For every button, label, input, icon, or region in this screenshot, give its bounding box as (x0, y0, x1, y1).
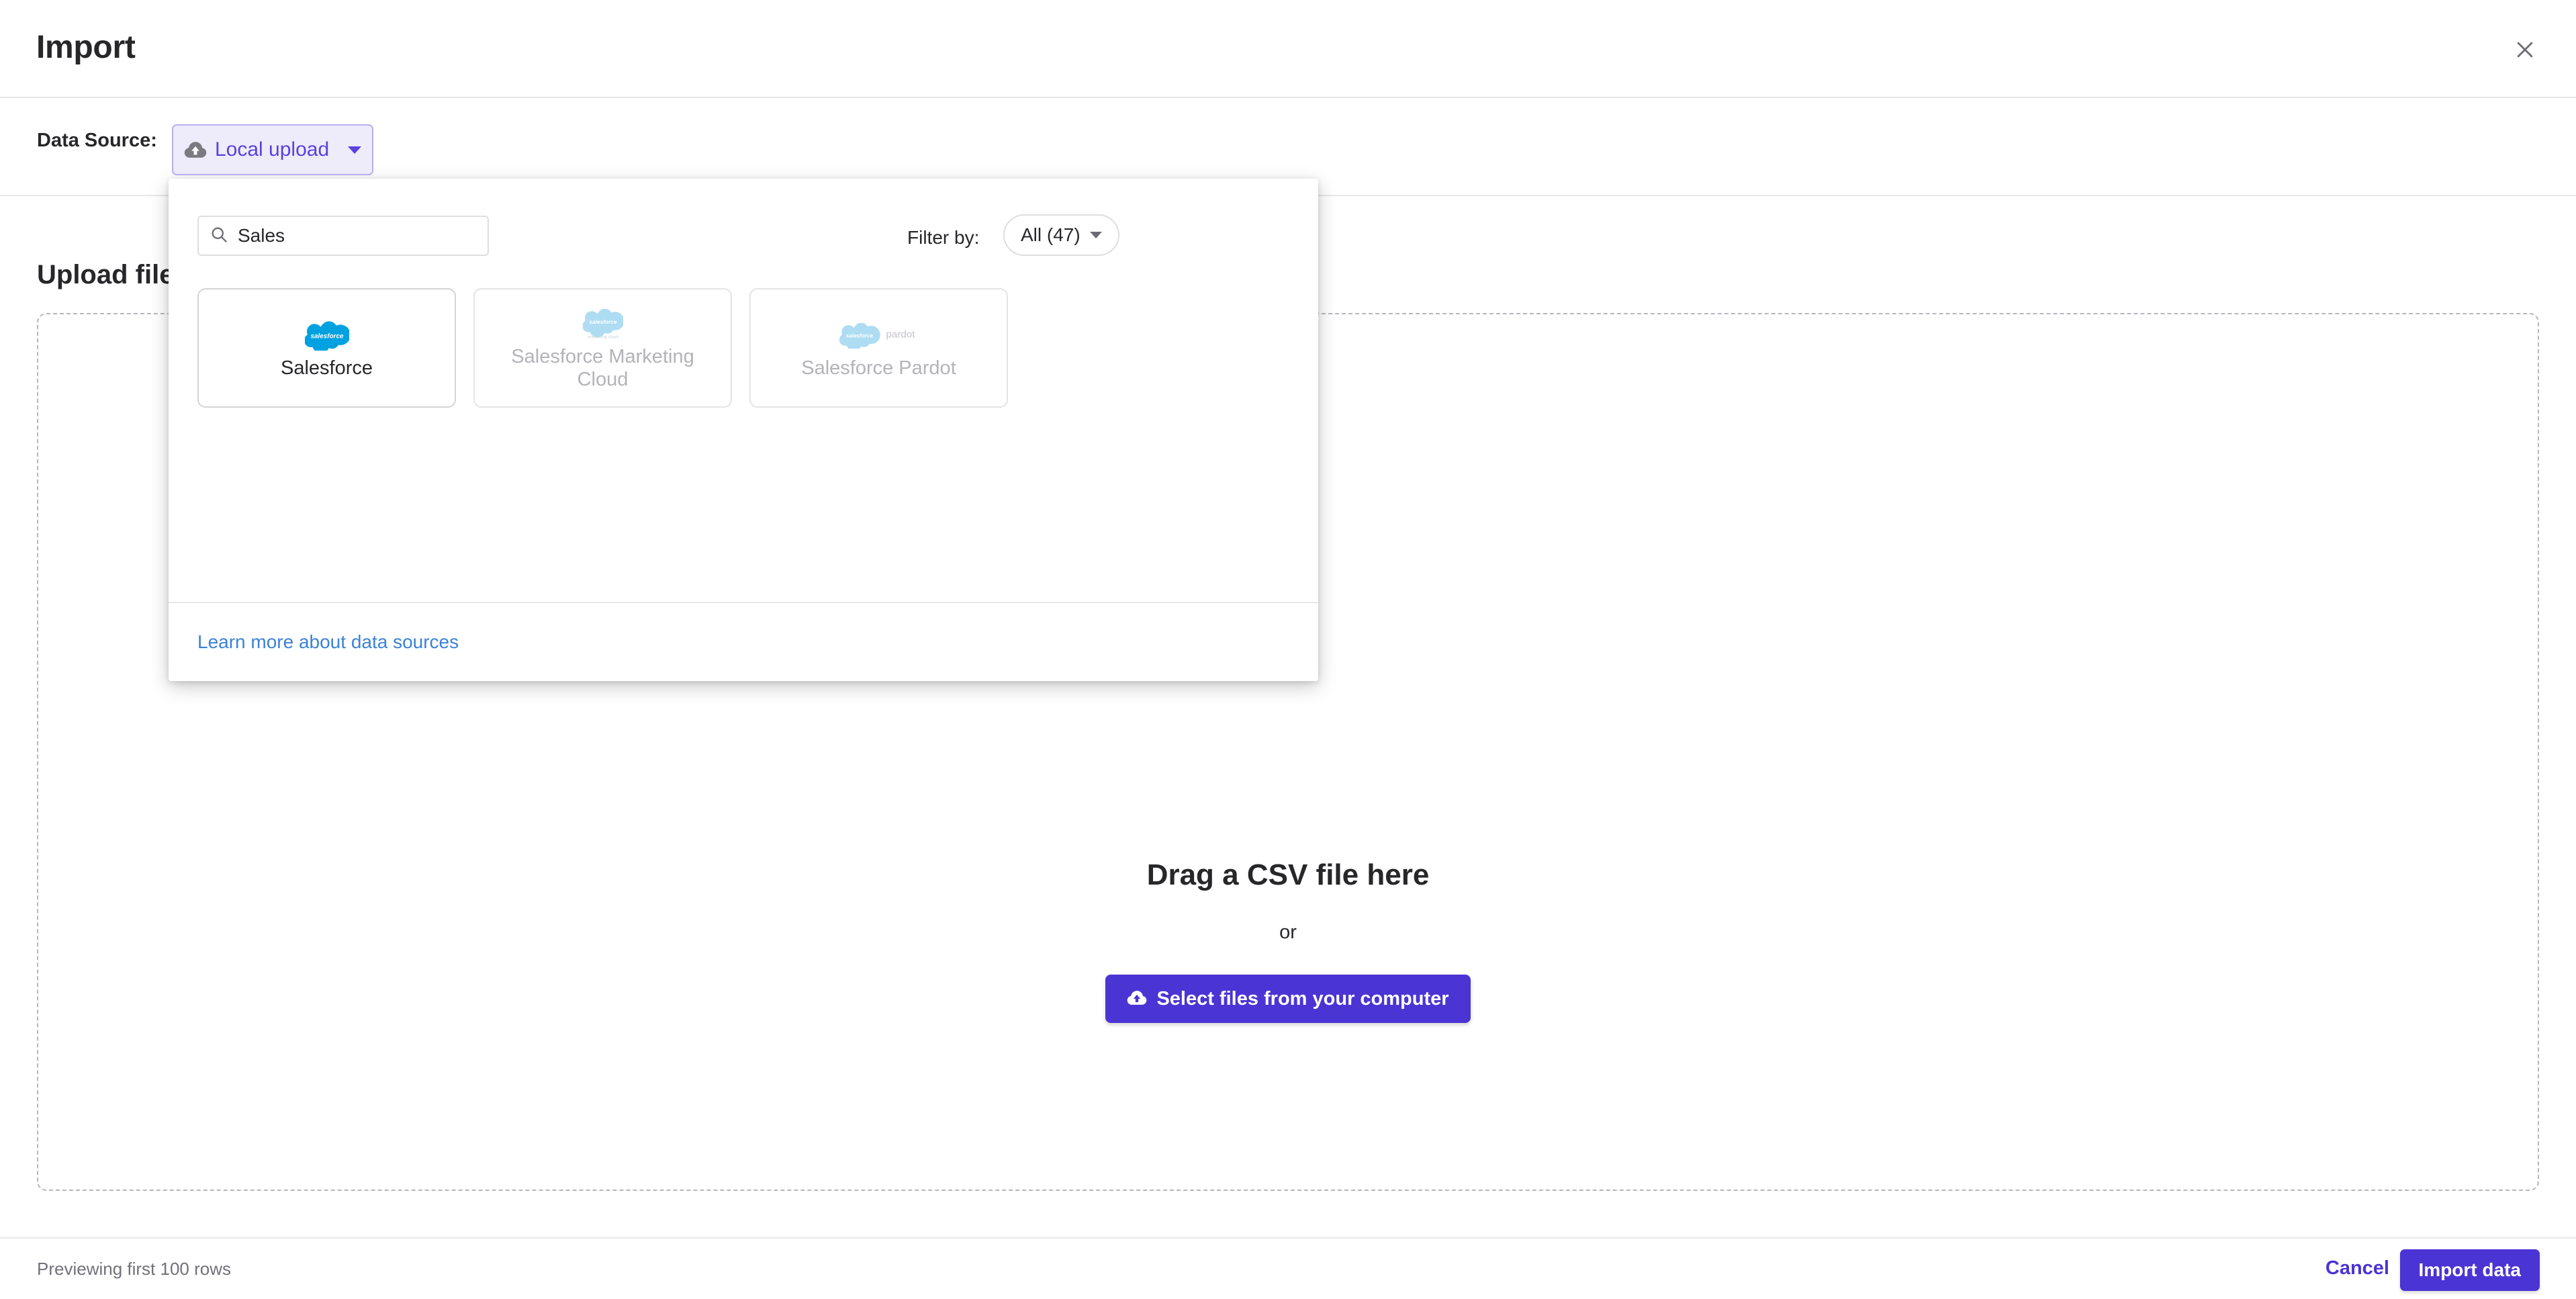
svg-text:salesforce: salesforce (310, 332, 343, 340)
search-input[interactable] (238, 225, 466, 247)
svg-text:salesforce: salesforce (589, 319, 617, 326)
select-files-button[interactable]: Select files from your computer (1105, 975, 1471, 1023)
dropzone-title: Drag a CSV file here (1146, 858, 1430, 891)
data-source-card-label: Salesforce Pardot (801, 357, 956, 379)
data-source-card-label: Salesforce (280, 357, 373, 379)
dialog-footer: Previewing first 100 rows Cancel Import … (0, 1237, 2576, 1299)
cancel-button[interactable]: Cancel (2326, 1257, 2389, 1280)
page-title: Import (36, 30, 136, 65)
learn-more-link[interactable]: Learn more about data sources (197, 631, 459, 653)
salesforce-logo: salesforce (304, 316, 349, 353)
select-files-button-label: Select files from your computer (1156, 987, 1449, 1010)
search-box[interactable] (197, 216, 489, 256)
chevron-down-icon (348, 146, 361, 154)
salesforce-marketing-cloud-logo: salesforce marketing cloud (582, 304, 623, 342)
dropzone-or-text: or (1279, 922, 1297, 943)
data-source-card-salesforce-marketing-cloud[interactable]: salesforce marketing cloud Salesforce Ma… (473, 288, 732, 408)
close-icon (2514, 38, 2536, 61)
cloud-upload-icon (1127, 989, 1147, 1008)
close-dialog-button[interactable] (2505, 30, 2545, 70)
data-source-select[interactable]: Local upload (172, 124, 373, 175)
filter-by-label: Filter by: (907, 227, 980, 248)
cloud-upload-icon (184, 140, 207, 159)
import-data-button[interactable]: Import data (2399, 1249, 2540, 1291)
svg-text:pardot: pardot (886, 329, 915, 341)
data-source-card-label: Salesforce Marketing Cloud (511, 346, 694, 390)
salesforce-pardot-logo: salesforce pardot (839, 316, 919, 353)
preview-status-text: Previewing first 100 rows (37, 1259, 231, 1279)
upload-file-heading: Upload file (37, 260, 175, 289)
panel-toolbar: Filter by: All (47) (169, 179, 1318, 265)
import-dialog: Import Data Source: Local upload Upload … (0, 0, 2576, 1299)
data-source-card-salesforce-pardot[interactable]: salesforce pardot Salesforce Pardot (749, 288, 1008, 408)
search-icon (210, 225, 228, 247)
panel-footer: Learn more about data sources (169, 602, 1318, 681)
svg-text:marketing cloud: marketing cloud (587, 335, 618, 340)
data-source-selected-value: Local upload (215, 138, 330, 161)
data-source-label: Data Source: (37, 130, 157, 151)
data-source-card-grid: salesforce Salesforce salesforce marketi… (197, 288, 1008, 408)
filter-dropdown-value: All (47) (1021, 224, 1080, 245)
data-source-dropdown-panel: Filter by: All (47) salesforce Salesforc… (169, 179, 1318, 681)
data-source-card-salesforce[interactable]: salesforce Salesforce (197, 288, 456, 408)
dialog-header: Import (0, 0, 2576, 98)
chevron-down-icon (1089, 232, 1102, 238)
svg-text:salesforce: salesforce (845, 333, 873, 339)
filter-dropdown[interactable]: All (47) (1003, 214, 1119, 256)
